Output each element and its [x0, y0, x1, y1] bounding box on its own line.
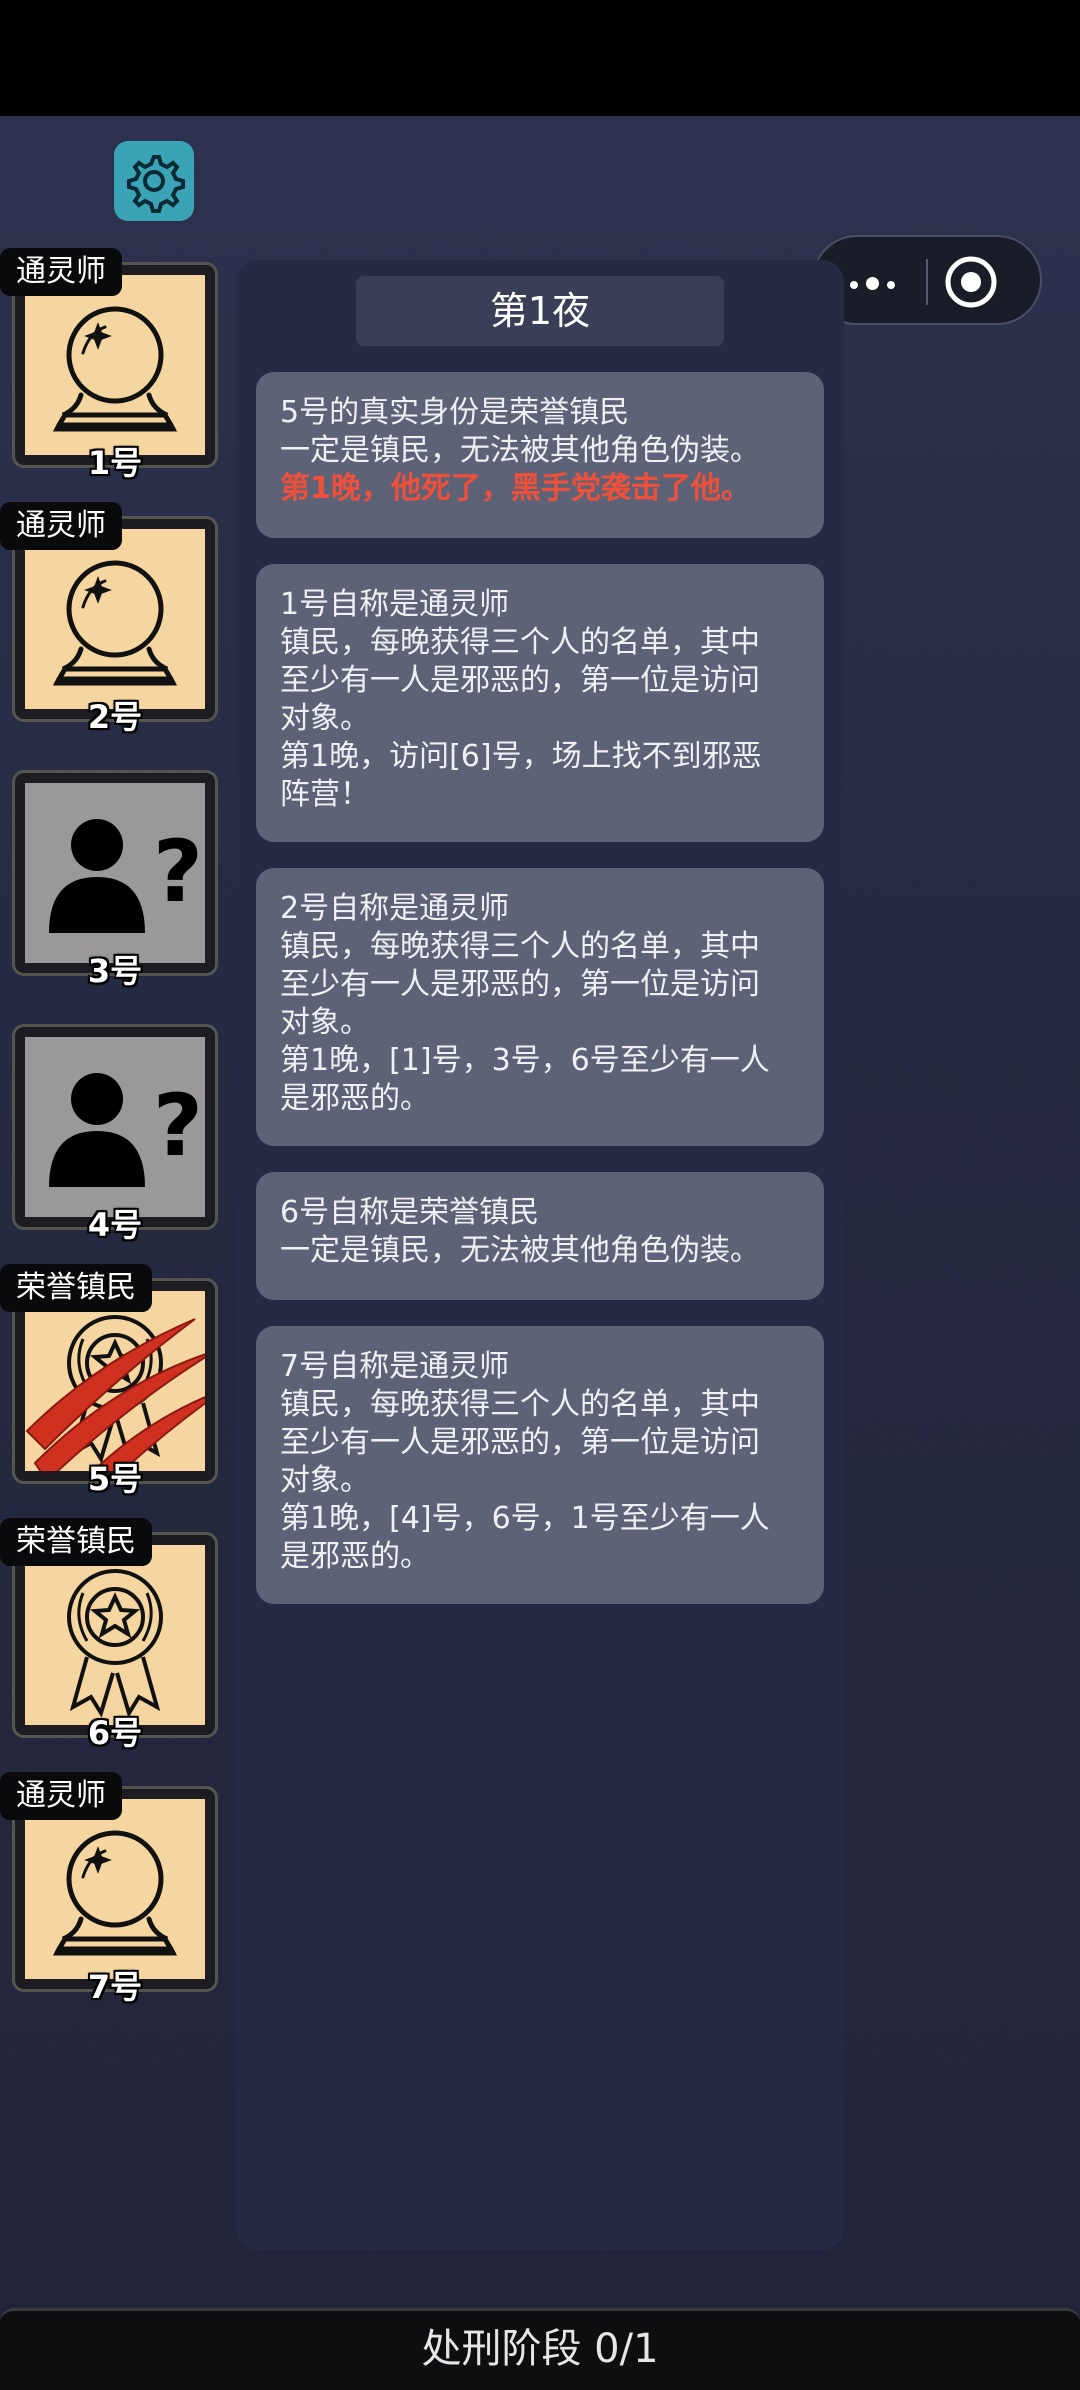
- message-line: 1号自称是通灵师: [280, 587, 510, 622]
- player-portrait: [25, 275, 205, 455]
- crystal-ball-icon: [52, 1830, 178, 1956]
- message-line: 阵营！: [280, 777, 370, 812]
- svg-text:?: ?: [153, 822, 203, 922]
- role-tag: 通灵师: [0, 1772, 122, 1820]
- message-line: 是邪恶的。: [280, 1539, 430, 1574]
- medal-icon: [67, 1569, 163, 1718]
- more-button[interactable]: [844, 259, 914, 305]
- message-line: 对象。: [280, 1005, 370, 1040]
- message-line: 对象。: [280, 701, 370, 736]
- message-highlight: 第1晚，他死了，黑手党袭击了他。: [280, 471, 751, 506]
- player-portrait: ?: [25, 783, 205, 963]
- message-line: 6号自称是荣誉镇民: [280, 1195, 540, 1230]
- capsule-divider: [926, 259, 928, 305]
- message-line: 至少有一人是邪恶的，第一位是访问: [280, 967, 760, 1002]
- crystal-ball-icon: [52, 306, 178, 432]
- target-icon: [945, 256, 997, 308]
- role-tag: 荣誉镇民: [0, 1518, 152, 1566]
- message-line: 镇民，每晚获得三个人的名单，其中: [280, 1387, 760, 1422]
- message-line: 7号自称是通灵师: [280, 1349, 510, 1384]
- seat-label: 7号: [87, 1968, 143, 2006]
- seat-label: 5号: [87, 1460, 143, 1498]
- message-line: 是邪恶的。: [280, 1081, 430, 1116]
- role-tag: 通灵师: [0, 502, 122, 550]
- message-line: 至少有一人是邪恶的，第一位是访问: [280, 1425, 760, 1460]
- status-bar: [0, 0, 1080, 116]
- gear-icon: [127, 155, 185, 213]
- message-line: 对象。: [280, 1463, 370, 1498]
- message-line: 一定是镇民，无法被其他角色伪装。: [280, 433, 760, 468]
- log-message: 6号自称是荣誉镇民 一定是镇民，无法被其他角色伪装。: [256, 1172, 824, 1300]
- role-tag: 通灵师: [0, 248, 122, 296]
- message-line: 一定是镇民，无法被其他角色伪装。: [280, 1233, 760, 1268]
- message-line: 至少有一人是邪恶的，第一位是访问: [280, 663, 760, 698]
- message-line: 镇民，每晚获得三个人的名单，其中: [280, 929, 760, 964]
- player-portrait: [25, 1545, 205, 1725]
- log-message: 7号自称是通灵师 镇民，每晚获得三个人的名单，其中 至少有一人是邪恶的，第一位是访问…: [256, 1326, 824, 1604]
- log-message: 1号自称是通灵师 镇民，每晚获得三个人的名单，其中 至少有一人是邪恶的，第一位是访问…: [256, 564, 824, 842]
- player-portrait: [25, 1799, 205, 1979]
- seat-label: 6号: [87, 1714, 143, 1752]
- unknown-person-icon: ?: [49, 819, 203, 933]
- close-button[interactable]: [942, 253, 1000, 311]
- message-line: 第1晚，访问[6]号，场上找不到邪恶: [280, 739, 762, 774]
- svg-text:?: ?: [153, 1076, 203, 1176]
- crystal-ball-icon: [52, 560, 178, 686]
- seat-label: 1号: [87, 444, 143, 482]
- player-portrait: [25, 1291, 205, 1471]
- unknown-person-icon: ?: [49, 1073, 203, 1187]
- log-message: 2号自称是通灵师 镇民，每晚获得三个人的名单，其中 至少有一人是邪恶的，第一位是访问…: [256, 868, 824, 1146]
- message-line: 5号的真实身份是荣誉镇民: [280, 395, 630, 430]
- night-header: 第1夜: [356, 276, 724, 346]
- role-tag: 荣誉镇民: [0, 1264, 152, 1312]
- message-line: 镇民，每晚获得三个人的名单，其中: [280, 625, 760, 660]
- seat-label: 4号: [87, 1206, 143, 1244]
- message-line: 第1晚，[1]号，3号，6号至少有一人: [280, 1043, 770, 1078]
- log-message: 5号的真实身份是荣誉镇民 一定是镇民，无法被其他角色伪装。 第1晚，他死了，黑手党袭…: [256, 372, 824, 538]
- seat-label: 2号: [87, 698, 143, 736]
- medal-icon: [25, 1315, 205, 1471]
- message-line: 2号自称是通灵师: [280, 891, 510, 926]
- message-line: 第1晚，[4]号，6号，1号至少有一人: [280, 1501, 770, 1536]
- settings-button[interactable]: [114, 141, 194, 221]
- seat-label: 3号: [87, 952, 143, 990]
- player-portrait: ?: [25, 1037, 205, 1217]
- player-portrait: [25, 529, 205, 709]
- phase-bar: 处刑阶段 0/1: [0, 2308, 1080, 2390]
- mini-program-capsule: [812, 235, 1042, 325]
